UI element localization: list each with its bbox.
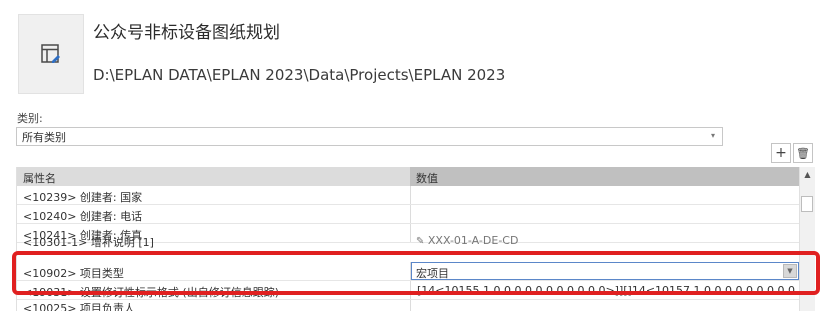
table-row[interactable]: <19031> 设置修订性标示格式 (出自修订信息跟踪) [14<10155 1… — [17, 281, 799, 300]
trash-icon[interactable]: 🗑 — [793, 143, 813, 163]
property-name: <10301-1> 增补说明 [1] — [23, 236, 154, 249]
property-name: <19031> 设置修订性标示格式 (出自修订信息跟踪) — [23, 286, 280, 299]
project-path: D:\EPLAN DATA\EPLAN 2023\Data\Projects\E… — [93, 66, 506, 84]
scroll-thumb[interactable] — [801, 196, 813, 212]
property-value[interactable]: ✎ XXX-01-A-DE-CD — [410, 234, 799, 253]
project-icon-box — [18, 14, 84, 94]
property-name: <10240> 创建者: 电话 — [23, 210, 143, 223]
project-page-icon — [41, 44, 60, 63]
project-name: 公众号非标设备图纸规划 — [93, 23, 280, 43]
property-value[interactable]: 宏项目 ▼ — [410, 262, 799, 280]
property-value[interactable]: [14<10155 1,0,0,0,0,0,0,0,0,0,0,0>]][]14… — [410, 281, 799, 299]
table-row[interactable]: <10239> 创建者: 国家 — [17, 186, 799, 205]
property-value[interactable] — [410, 186, 799, 204]
property-value[interactable] — [410, 205, 799, 223]
property-value[interactable] — [410, 300, 799, 311]
project-type-combobox[interactable]: 宏项目 ▼ — [411, 262, 799, 280]
property-name: <10239> 创建者: 国家 — [23, 191, 143, 204]
table-row[interactable]: <10025> 项目负责人 — [17, 300, 799, 311]
chevron-down-icon[interactable]: ▼ — [783, 264, 797, 278]
property-name: <10025> 项目负责人 — [23, 302, 135, 311]
add-property-button[interactable]: + — [771, 143, 791, 163]
pen-icon: ✎ — [416, 236, 425, 247]
category-select-value: 所有类别 — [22, 130, 66, 144]
category-label: 类别: — [17, 112, 43, 125]
project-type-value: 宏项目 — [416, 267, 449, 280]
table-row-project-type[interactable]: <10902> 项目类型 宏项目 ▼ — [17, 262, 799, 281]
column-header-value[interactable]: 数值 — [410, 167, 799, 186]
table-row[interactable]: <10240> 创建者: 电话 — [17, 205, 799, 224]
property-grid: 属性名 数值 <10239> 创建者: 国家 <10240> 创建者: 电话 <… — [16, 167, 799, 311]
vertical-scrollbar[interactable]: ▲ — [799, 167, 815, 311]
column-header-name[interactable]: 属性名 — [23, 170, 56, 186]
property-name: <10902> 项目类型 — [23, 267, 124, 280]
table-row[interactable]: <10301-1> 增补说明 [1] ✎ XXX-01-A-DE-CD — [17, 234, 799, 253]
chevron-down-icon: ▾ — [710, 131, 715, 140]
category-select[interactable]: 所有类别 ▾ — [16, 127, 723, 146]
scroll-up-icon[interactable]: ▲ — [800, 167, 815, 182]
grid-header: 属性名 数值 — [17, 167, 799, 186]
